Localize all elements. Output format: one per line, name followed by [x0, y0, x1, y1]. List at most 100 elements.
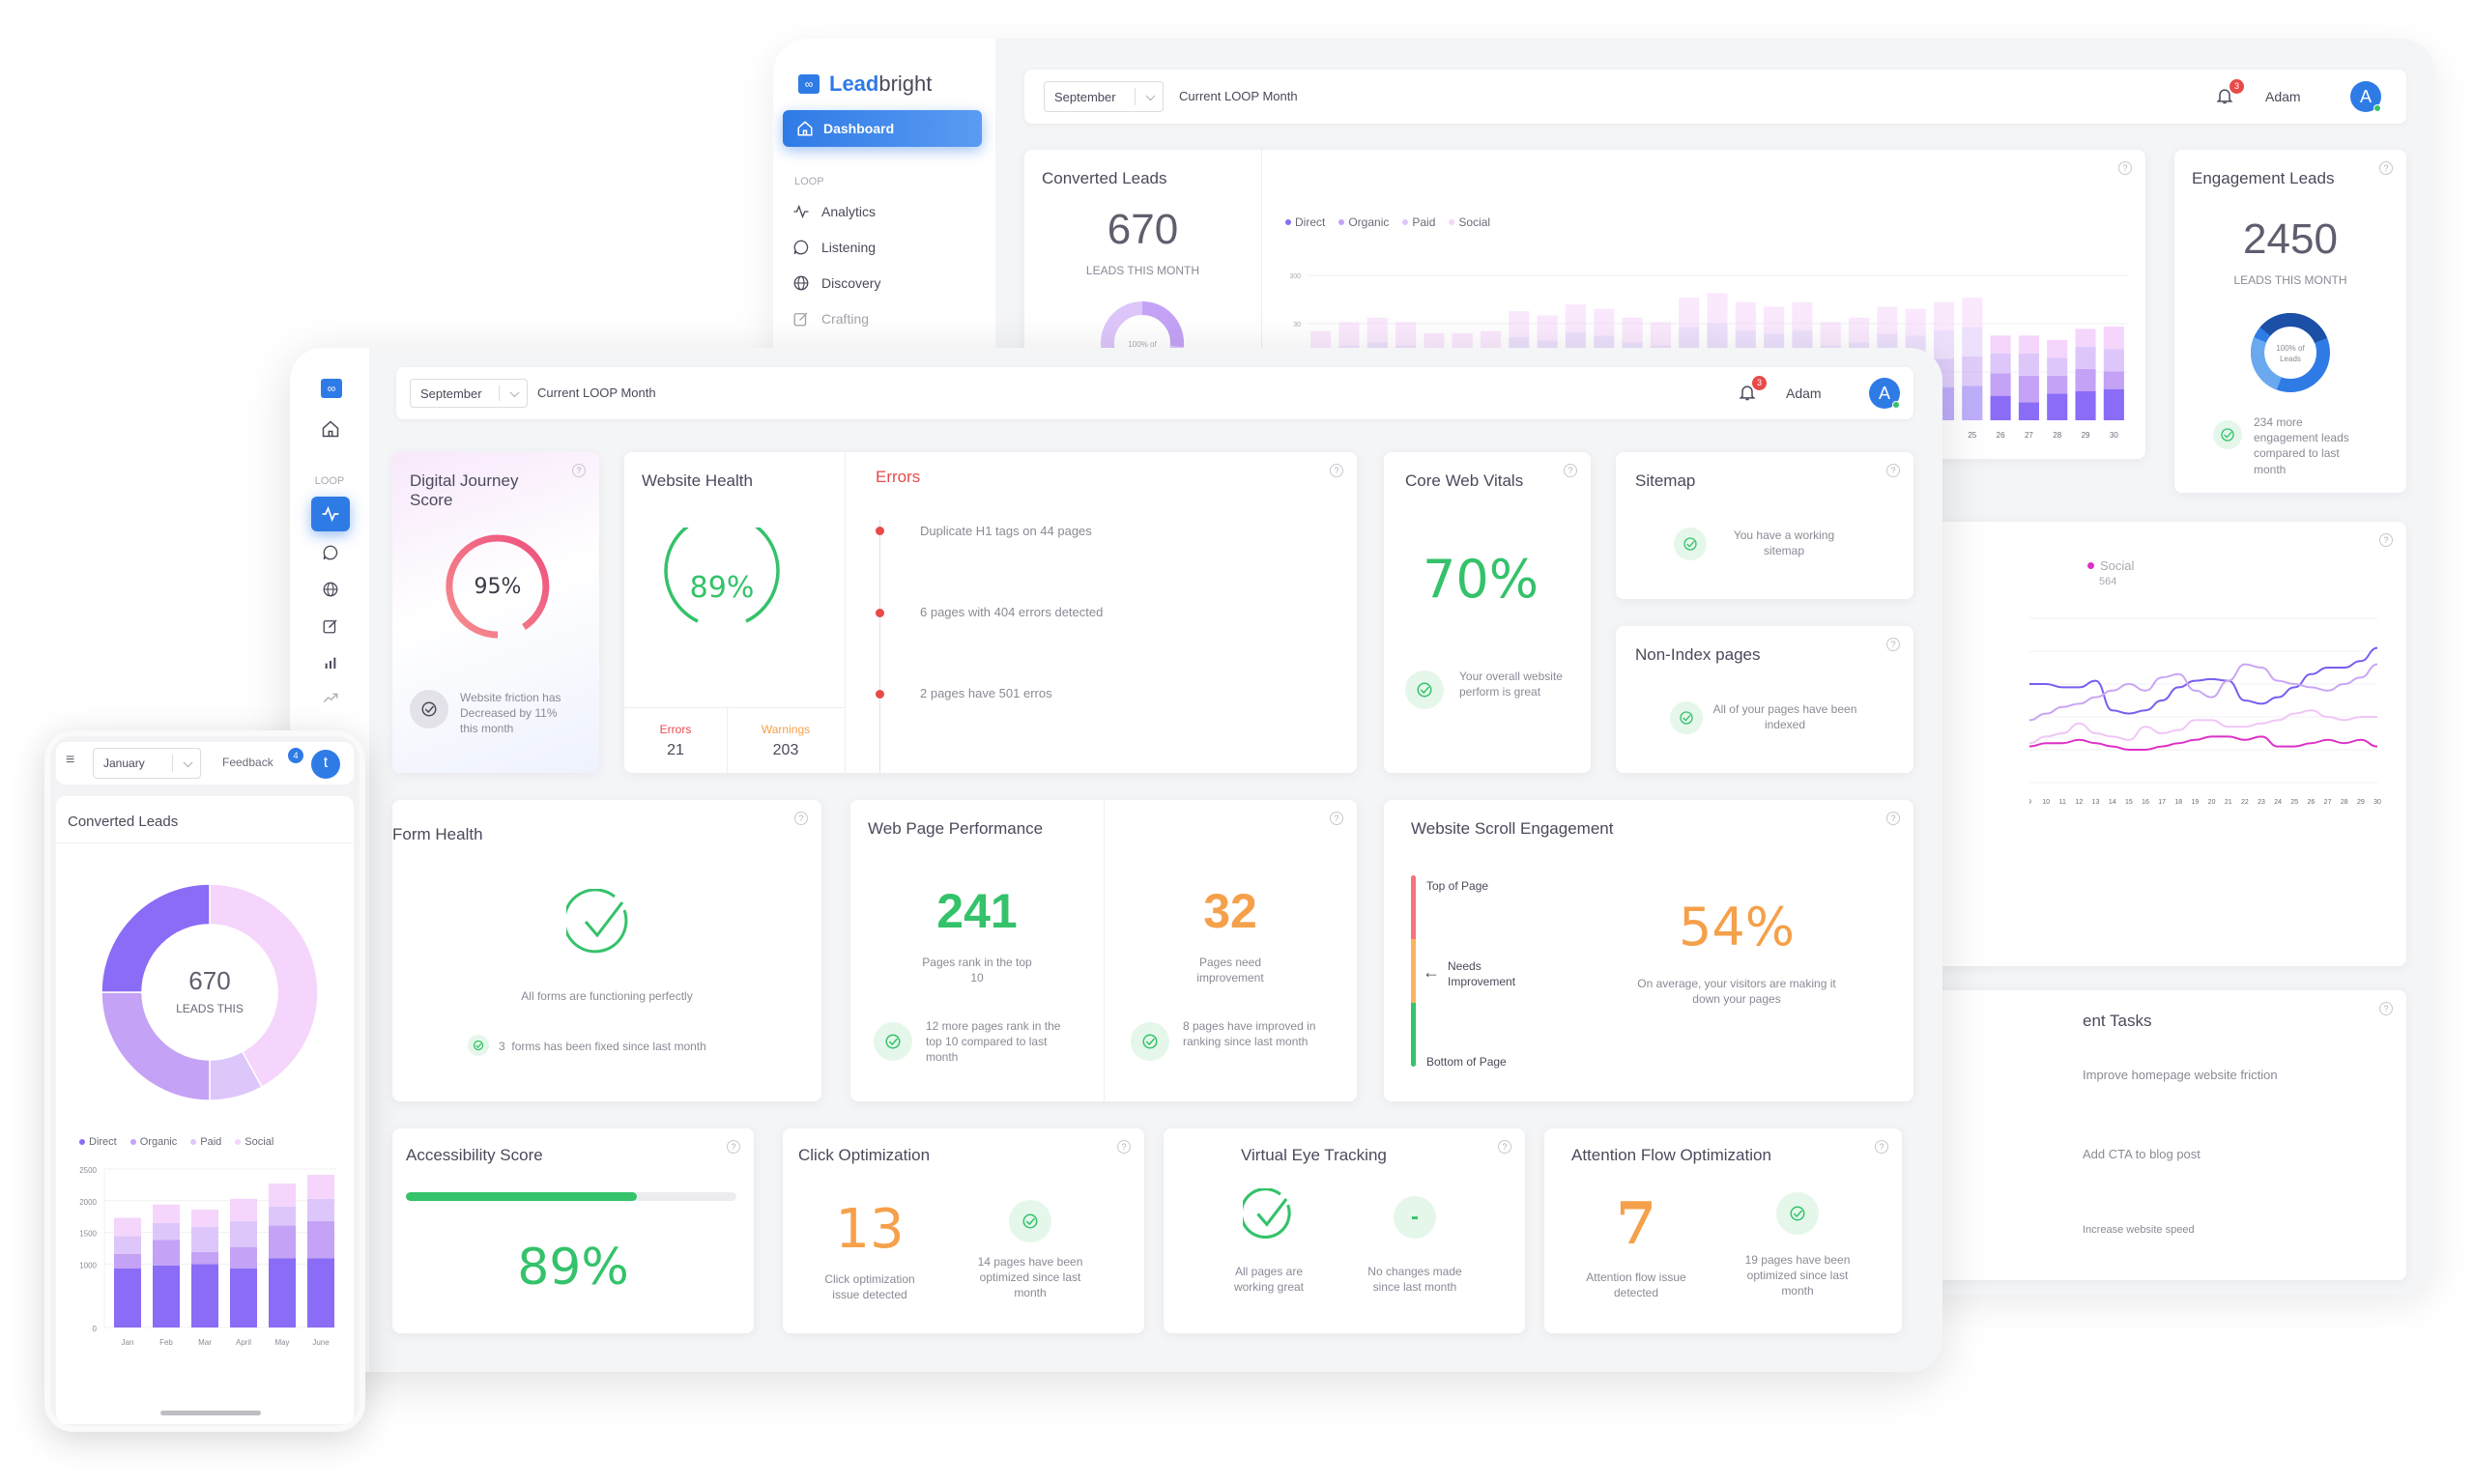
brand-name-light: bright — [878, 71, 933, 96]
help-icon[interactable]: ? — [1498, 1140, 1511, 1154]
help-icon[interactable]: ? — [1564, 464, 1577, 477]
legend-label: Direct — [89, 1136, 117, 1148]
x-tick-label: 27 — [2324, 799, 2332, 806]
bar-segment-direct — [230, 1268, 257, 1327]
select-divider — [1135, 88, 1136, 105]
hamburger-menu-icon[interactable]: ≡ — [66, 752, 74, 769]
sidebar-item-crafting[interactable]: Crafting — [792, 310, 869, 328]
x-tick-label: 17 — [2158, 799, 2166, 806]
y-tick-label: 1500 — [79, 1230, 97, 1239]
help-icon[interactable]: ? — [2379, 161, 2393, 175]
engagement-donut: 100% of Leads — [2251, 313, 2330, 392]
user-avatar[interactable]: t — [311, 750, 340, 779]
sidebar-item-home[interactable] — [311, 412, 350, 446]
month-select[interactable]: September — [1044, 81, 1164, 112]
sidebar-item-listening[interactable]: Listening — [792, 239, 876, 256]
avatar-initial: t — [323, 755, 329, 771]
help-icon[interactable]: ? — [2379, 533, 2393, 547]
legend-dot — [1449, 219, 1455, 225]
bar-segment-social — [114, 1217, 141, 1237]
bar-segment-organic — [269, 1225, 296, 1259]
task-item[interactable]: Improve homepage website friction — [2083, 1068, 2278, 1082]
legend-value: 564 — [2099, 576, 2117, 587]
source-trend-card: ? Social 564 9 10 11 12 13 14 15 16 17 18 19 20 21 22… — [1884, 522, 2406, 966]
error-item[interactable]: Duplicate H1 tags on 44 pages — [920, 524, 1092, 538]
sidebar-item-label: Analytics — [821, 204, 877, 219]
help-icon[interactable]: ? — [1886, 812, 1900, 825]
no-change-icon: - — [1394, 1196, 1436, 1239]
form-status: All forms are functioning perfectly — [521, 989, 693, 1003]
sidebar-item-listening[interactable] — [311, 535, 350, 570]
user-avatar[interactable]: A — [2350, 81, 2381, 112]
error-dot — [876, 527, 884, 535]
task-item[interactable]: Increase website speed — [2083, 1224, 2195, 1236]
bar-segment-direct — [191, 1264, 218, 1327]
x-tick-label: 28 — [2053, 431, 2061, 440]
sidebar-item-discovery[interactable] — [311, 572, 350, 607]
user-avatar[interactable]: A — [1869, 378, 1900, 409]
notifications-button[interactable]: 3 — [2215, 79, 2244, 108]
help-icon[interactable]: ? — [1875, 1140, 1888, 1154]
card-title: Accessibility Score — [406, 1146, 543, 1164]
help-icon[interactable]: ? — [2379, 1002, 2393, 1015]
scroll-mid-label: Needs Improvement — [1448, 959, 1516, 989]
x-tick-label: 13 — [2092, 799, 2100, 806]
legend-label: Social — [245, 1136, 274, 1148]
pulse-icon — [322, 505, 339, 523]
bar-segment-organic — [2103, 371, 2124, 389]
sidebar-item-analytics[interactable] — [311, 497, 350, 531]
sidebar-item-discovery[interactable]: Discovery — [792, 274, 880, 292]
sidebar-item-trends[interactable] — [311, 680, 350, 715]
bar-segment-social — [2103, 327, 2124, 350]
brand-logo[interactable]: ∞ Leadbright — [798, 71, 932, 97]
divider — [56, 842, 354, 843]
x-tick-label: 11 — [2059, 799, 2066, 806]
infinity-icon[interactable]: ∞ — [321, 379, 342, 398]
notifications-button[interactable]: 3 — [1738, 376, 1767, 405]
notification-badge: 3 — [2229, 79, 2244, 94]
check-circle-icon — [1131, 1022, 1169, 1061]
notifications-button[interactable]: 4 — [288, 748, 303, 763]
bar-segment-social — [1594, 308, 1615, 336]
help-icon[interactable]: ? — [1330, 464, 1343, 477]
home-icon — [797, 121, 813, 136]
select-divider — [499, 385, 500, 401]
help-icon[interactable]: ? — [794, 812, 808, 825]
sidebar-item-dashboard[interactable]: Dashboard — [783, 110, 982, 147]
chat-bubble-icon — [793, 240, 809, 255]
x-tick-label: 30 — [2110, 431, 2118, 440]
help-icon[interactable]: ? — [1330, 812, 1343, 825]
check-circle-icon — [2213, 420, 2242, 449]
feedback-link[interactable]: Feedback — [222, 756, 273, 769]
help-icon[interactable]: ? — [1886, 638, 1900, 651]
month-select[interactable]: January — [93, 748, 201, 779]
help-icon[interactable]: ? — [572, 464, 586, 477]
sidebar-item-analytics[interactable]: Analytics — [792, 203, 876, 220]
x-tick-label: 26 — [1997, 431, 2005, 440]
attention-flow-card: ? Attention Flow Optimization 7 Attentio… — [1544, 1128, 1902, 1333]
website-health-gauge: 89% — [664, 528, 780, 623]
help-icon[interactable]: ? — [1117, 1140, 1131, 1154]
error-item[interactable]: 2 pages have 501 erros — [920, 686, 1052, 700]
scroll-top-label: Top of Page — [1426, 879, 1489, 893]
help-icon[interactable]: ? — [2118, 161, 2132, 175]
bar-segment-social — [1735, 301, 1756, 331]
card-title: Website Health — [642, 471, 753, 490]
month-select[interactable]: September — [410, 379, 528, 408]
help-icon[interactable]: ? — [727, 1140, 740, 1154]
recent-tasks-card: ? ent Tasks Improve homepage website fri… — [1884, 990, 2406, 1280]
user-name: Adam — [1786, 385, 1822, 401]
click-issues-caption: Click optimization issue detected — [824, 1272, 915, 1302]
bar-segment-social — [1366, 317, 1388, 343]
help-icon[interactable]: ? — [1886, 464, 1900, 477]
bar-segment-social — [1877, 306, 1898, 334]
sidebar-item-crafting[interactable] — [311, 609, 350, 643]
source-trend-line-chart: 9 10 11 12 13 14 15 16 17 18 19 20 21 22 23 24 25 26 27 28 2… — [2029, 617, 2381, 806]
sidebar-item-reports[interactable] — [311, 645, 350, 680]
chevron-down-icon — [1145, 91, 1156, 101]
engagement-leads-card: Engagement Leads ? 2450 LEADS THIS MONTH… — [2174, 150, 2406, 493]
task-item[interactable]: Add CTA to blog post — [2083, 1147, 2201, 1161]
bar-segment-social — [1764, 306, 1785, 334]
error-item[interactable]: 6 pages with 404 errors detected — [920, 605, 1103, 619]
web-vitals-note: Your overall website perform is great — [1459, 670, 1563, 699]
